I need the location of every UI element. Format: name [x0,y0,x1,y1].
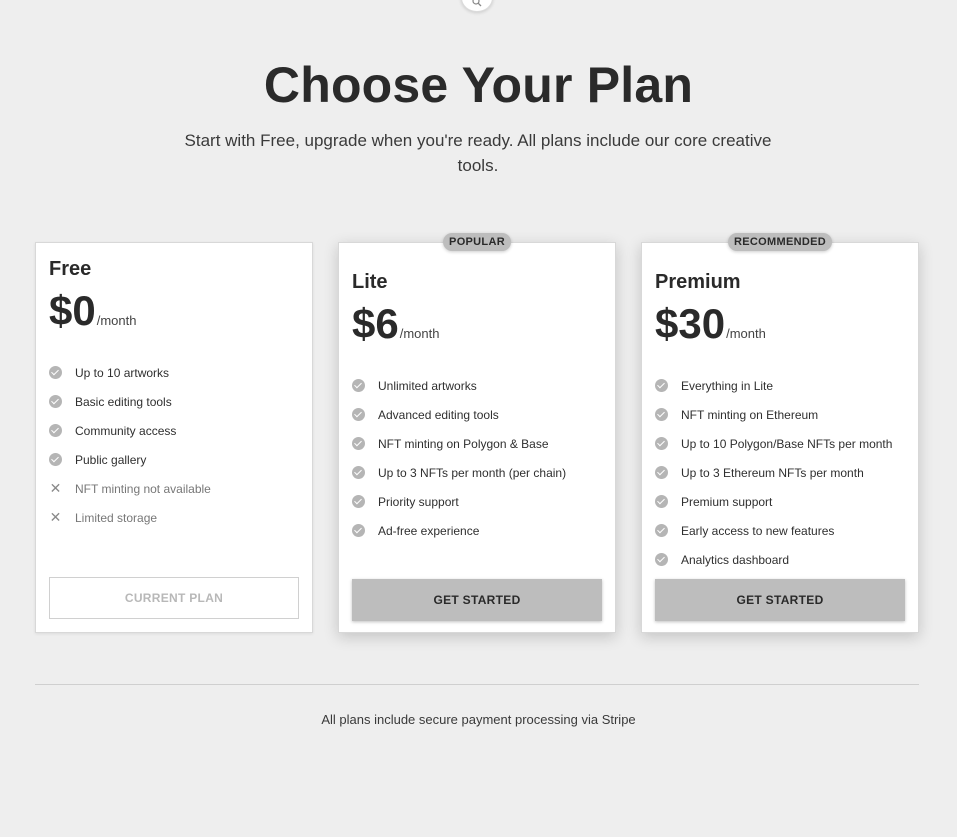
plan-name: Lite [352,271,388,293]
feature-item: Ad-free experience [352,516,566,545]
feature-list: Up to 10 artworks Basic editing tools Co… [49,358,211,532]
recommended-badge: RECOMMENDED [728,233,832,251]
footer-note: All plans include secure payment process… [321,712,636,727]
popular-badge: POPULAR [443,233,511,251]
feature-item: Priority support [352,487,566,516]
plan-price: $6 [352,300,399,347]
feature-item: Early access to new features [655,516,892,545]
check-circle-icon [352,379,365,392]
divider [35,684,919,685]
feature-item: Advanced editing tools [352,400,566,429]
check-circle-icon [655,408,668,421]
plan-card-free: Free $0 /month Up to 10 artworks Basic e… [35,242,313,633]
get-started-button-lite[interactable]: GET STARTED [352,579,602,621]
feature-text: NFT minting on Polygon & Base [378,436,549,451]
price-row: $6 /month [352,300,439,348]
feature-item: Analytics dashboard [655,545,892,574]
feature-text: Up to 3 NFTs per month (per chain) [378,465,567,480]
feature-text: Up to 3 Ethereum NFTs per month [681,465,864,480]
feature-item: Unlimited artworks [352,371,566,400]
feature-text: Basic editing tools [75,394,172,409]
feature-item: Everything in Lite [655,371,892,400]
check-circle-icon [49,366,62,379]
feature-list: Everything in Lite NFT minting on Ethere… [655,371,892,574]
plan-period: /month [96,313,137,328]
check-circle-icon [49,424,62,437]
x-icon: ✕ [49,509,62,525]
feature-item: Up to 3 Ethereum NFTs per month [655,458,892,487]
check-circle-icon [352,437,365,450]
check-circle-icon [49,395,62,408]
feature-item: Community access [49,416,211,445]
feature-item: Up to 10 Polygon/Base NFTs per month [655,429,892,458]
plan-name: Premium [655,271,741,293]
feature-text: Public gallery [75,452,147,467]
feature-item: NFT minting on Polygon & Base [352,429,566,458]
check-circle-icon [352,466,365,479]
page-title: Choose Your Plan [263,57,694,113]
feature-text: NFT minting not available [75,481,211,496]
search-button[interactable] [461,0,493,12]
check-circle-icon [49,453,62,466]
feature-item-disabled: ✕ Limited storage [49,503,211,532]
pricing-page: Choose Your Plan Start with Free, upgrad… [0,0,957,837]
feature-item: Up to 10 artworks [49,358,211,387]
check-circle-icon [655,437,668,450]
feature-text: Unlimited artworks [378,378,477,393]
plan-name: Free [49,258,92,280]
check-circle-icon [655,553,668,566]
check-circle-icon [655,495,668,508]
plan-price: $0 [49,287,96,334]
plan-card-premium: RECOMMENDED Premium $30 /month Everythin… [641,233,919,633]
x-icon: ✕ [49,480,62,496]
search-icon [472,0,482,7]
plan-period: /month [399,326,440,341]
price-row: $0 /month [49,287,136,335]
feature-text: Community access [75,423,177,438]
plan-card-lite: POPULAR Lite $6 /month Unlimited artwork… [338,233,616,633]
feature-text: Advanced editing tools [378,407,499,422]
feature-text: Ad-free experience [378,523,480,538]
feature-text: Up to 10 Polygon/Base NFTs per month [681,436,893,451]
feature-text: NFT minting on Ethereum [681,407,819,422]
price-row: $30 /month [655,300,766,348]
current-plan-button[interactable]: CURRENT PLAN [49,577,299,619]
feature-list: Unlimited artworks Advanced editing tool… [352,371,566,545]
feature-text: Analytics dashboard [681,552,790,567]
feature-item-disabled: ✕ NFT minting not available [49,474,211,503]
feature-text: Limited storage [75,510,158,525]
feature-text: Up to 10 artworks [75,365,170,380]
plan-price: $30 [655,300,726,347]
get-started-button-premium[interactable]: GET STARTED [655,579,905,621]
feature-text: Premium support [681,494,773,509]
check-circle-icon [352,495,365,508]
feature-item: Premium support [655,487,892,516]
feature-item: Public gallery [49,445,211,474]
page-subtitle: Start with Free, upgrade when you're rea… [184,131,772,175]
check-circle-icon [352,524,365,537]
feature-text: Early access to new features [681,523,835,538]
plan-period: /month [726,326,766,341]
feature-item: Basic editing tools [49,387,211,416]
feature-text: Everything in Lite [681,378,774,393]
feature-item: Up to 3 NFTs per month (per chain) [352,458,566,487]
check-circle-icon [655,524,668,537]
check-circle-icon [655,379,668,392]
feature-text: Priority support [378,494,459,509]
check-circle-icon [352,408,365,421]
check-circle-icon [655,466,668,479]
feature-item: NFT minting on Ethereum [655,400,892,429]
